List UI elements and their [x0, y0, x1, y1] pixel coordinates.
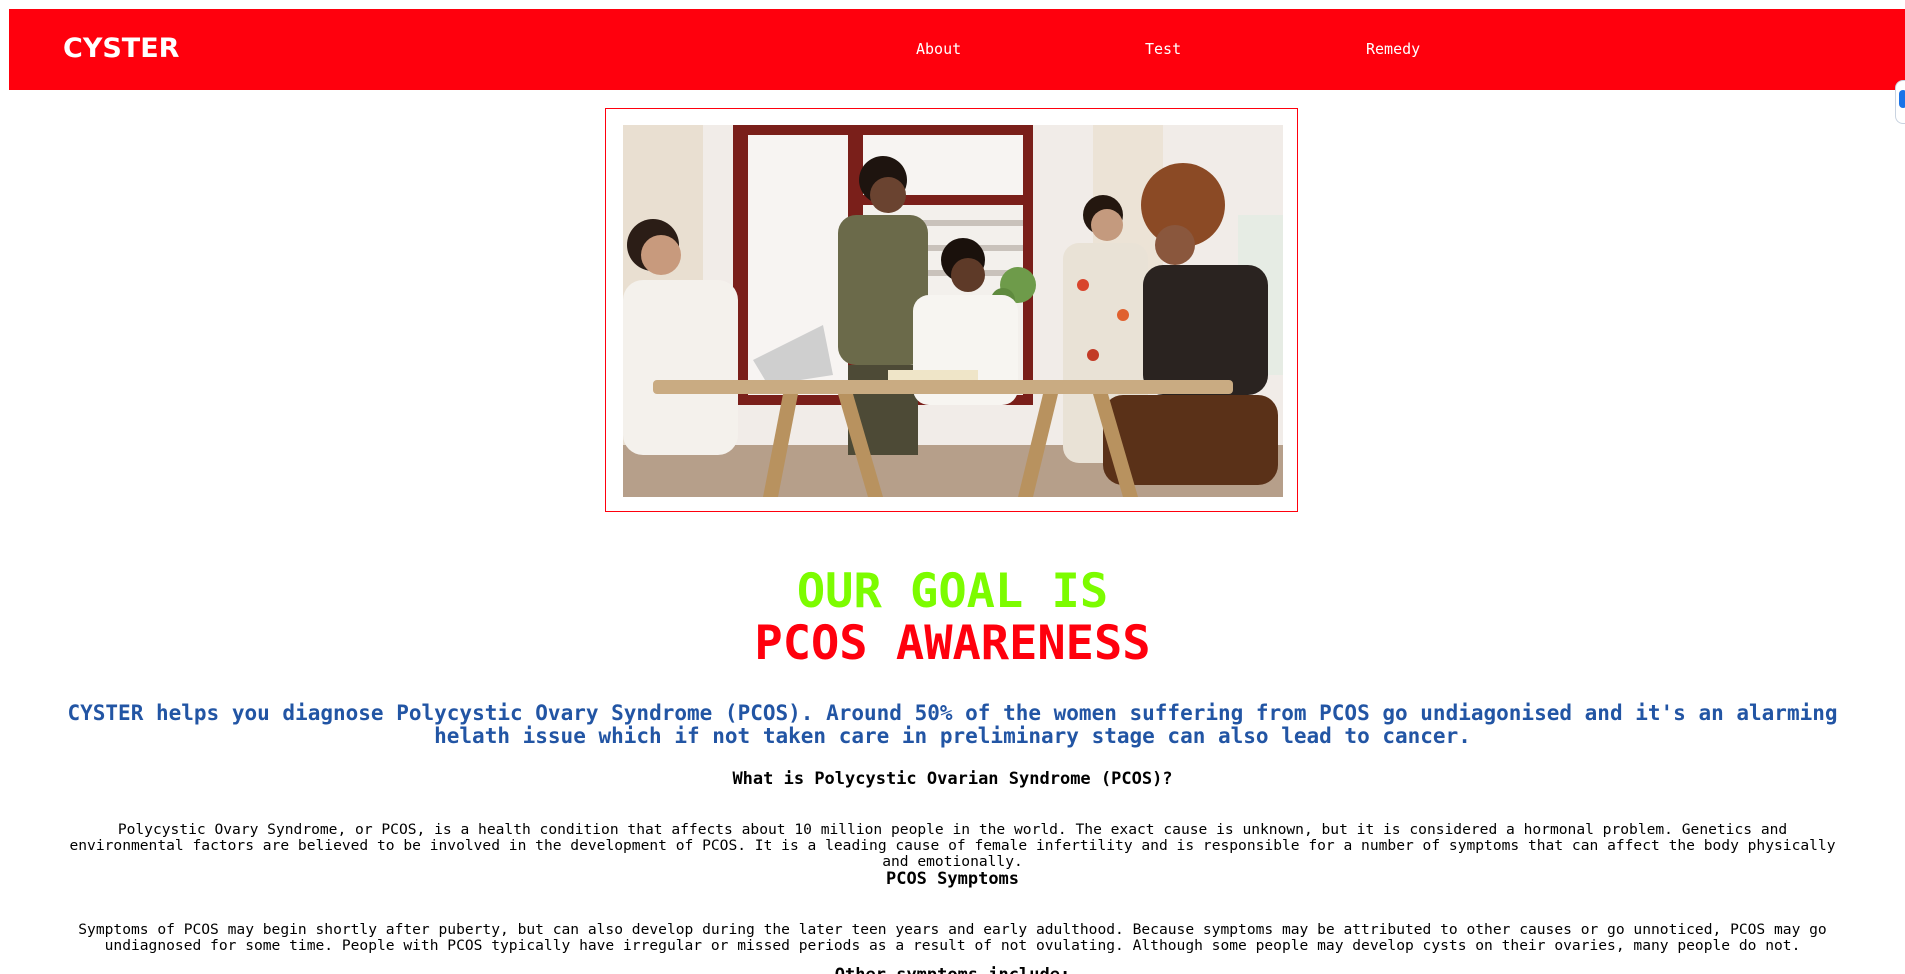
intro-paragraph: CYSTER helps you diagnose Polycystic Ova…: [67, 701, 1838, 748]
goal-heading-line1: OUR GOAL IS: [796, 564, 1109, 619]
widget-icon: [1899, 90, 1905, 108]
section-body-what-is-pcos: Polycystic Ovary Syndrome, or PCOS, is a…: [69, 821, 1836, 870]
hero-photo: [623, 125, 1283, 497]
goal-heading-line2: PCOS AWARENESS: [754, 616, 1151, 671]
section-title-other-symptoms: Other symptoms include:: [0, 964, 1905, 974]
photo-women-meeting-icon: [623, 125, 1283, 497]
section-title-what-is-pcos: What is Polycystic Ovarian Syndrome (PCO…: [732, 769, 1173, 789]
top-navbar: CYSTER About Test Remedy: [9, 9, 1905, 90]
section-title-symptoms: PCOS Symptoms: [885, 869, 1020, 889]
nav-link-about[interactable]: About: [916, 39, 961, 59]
brand-logo[interactable]: CYSTER: [63, 32, 179, 66]
page: CYSTER About Test Remedy OUR GOAL IS PCO…: [0, 0, 1905, 974]
side-widget-tab[interactable]: [1895, 80, 1905, 124]
nav-link-test[interactable]: Test: [1145, 39, 1181, 59]
nav-link-remedy[interactable]: Remedy: [1366, 39, 1420, 59]
section-body-symptoms: Symptoms of PCOS may begin shortly after…: [78, 921, 1827, 954]
hero-image-frame: [605, 108, 1298, 512]
